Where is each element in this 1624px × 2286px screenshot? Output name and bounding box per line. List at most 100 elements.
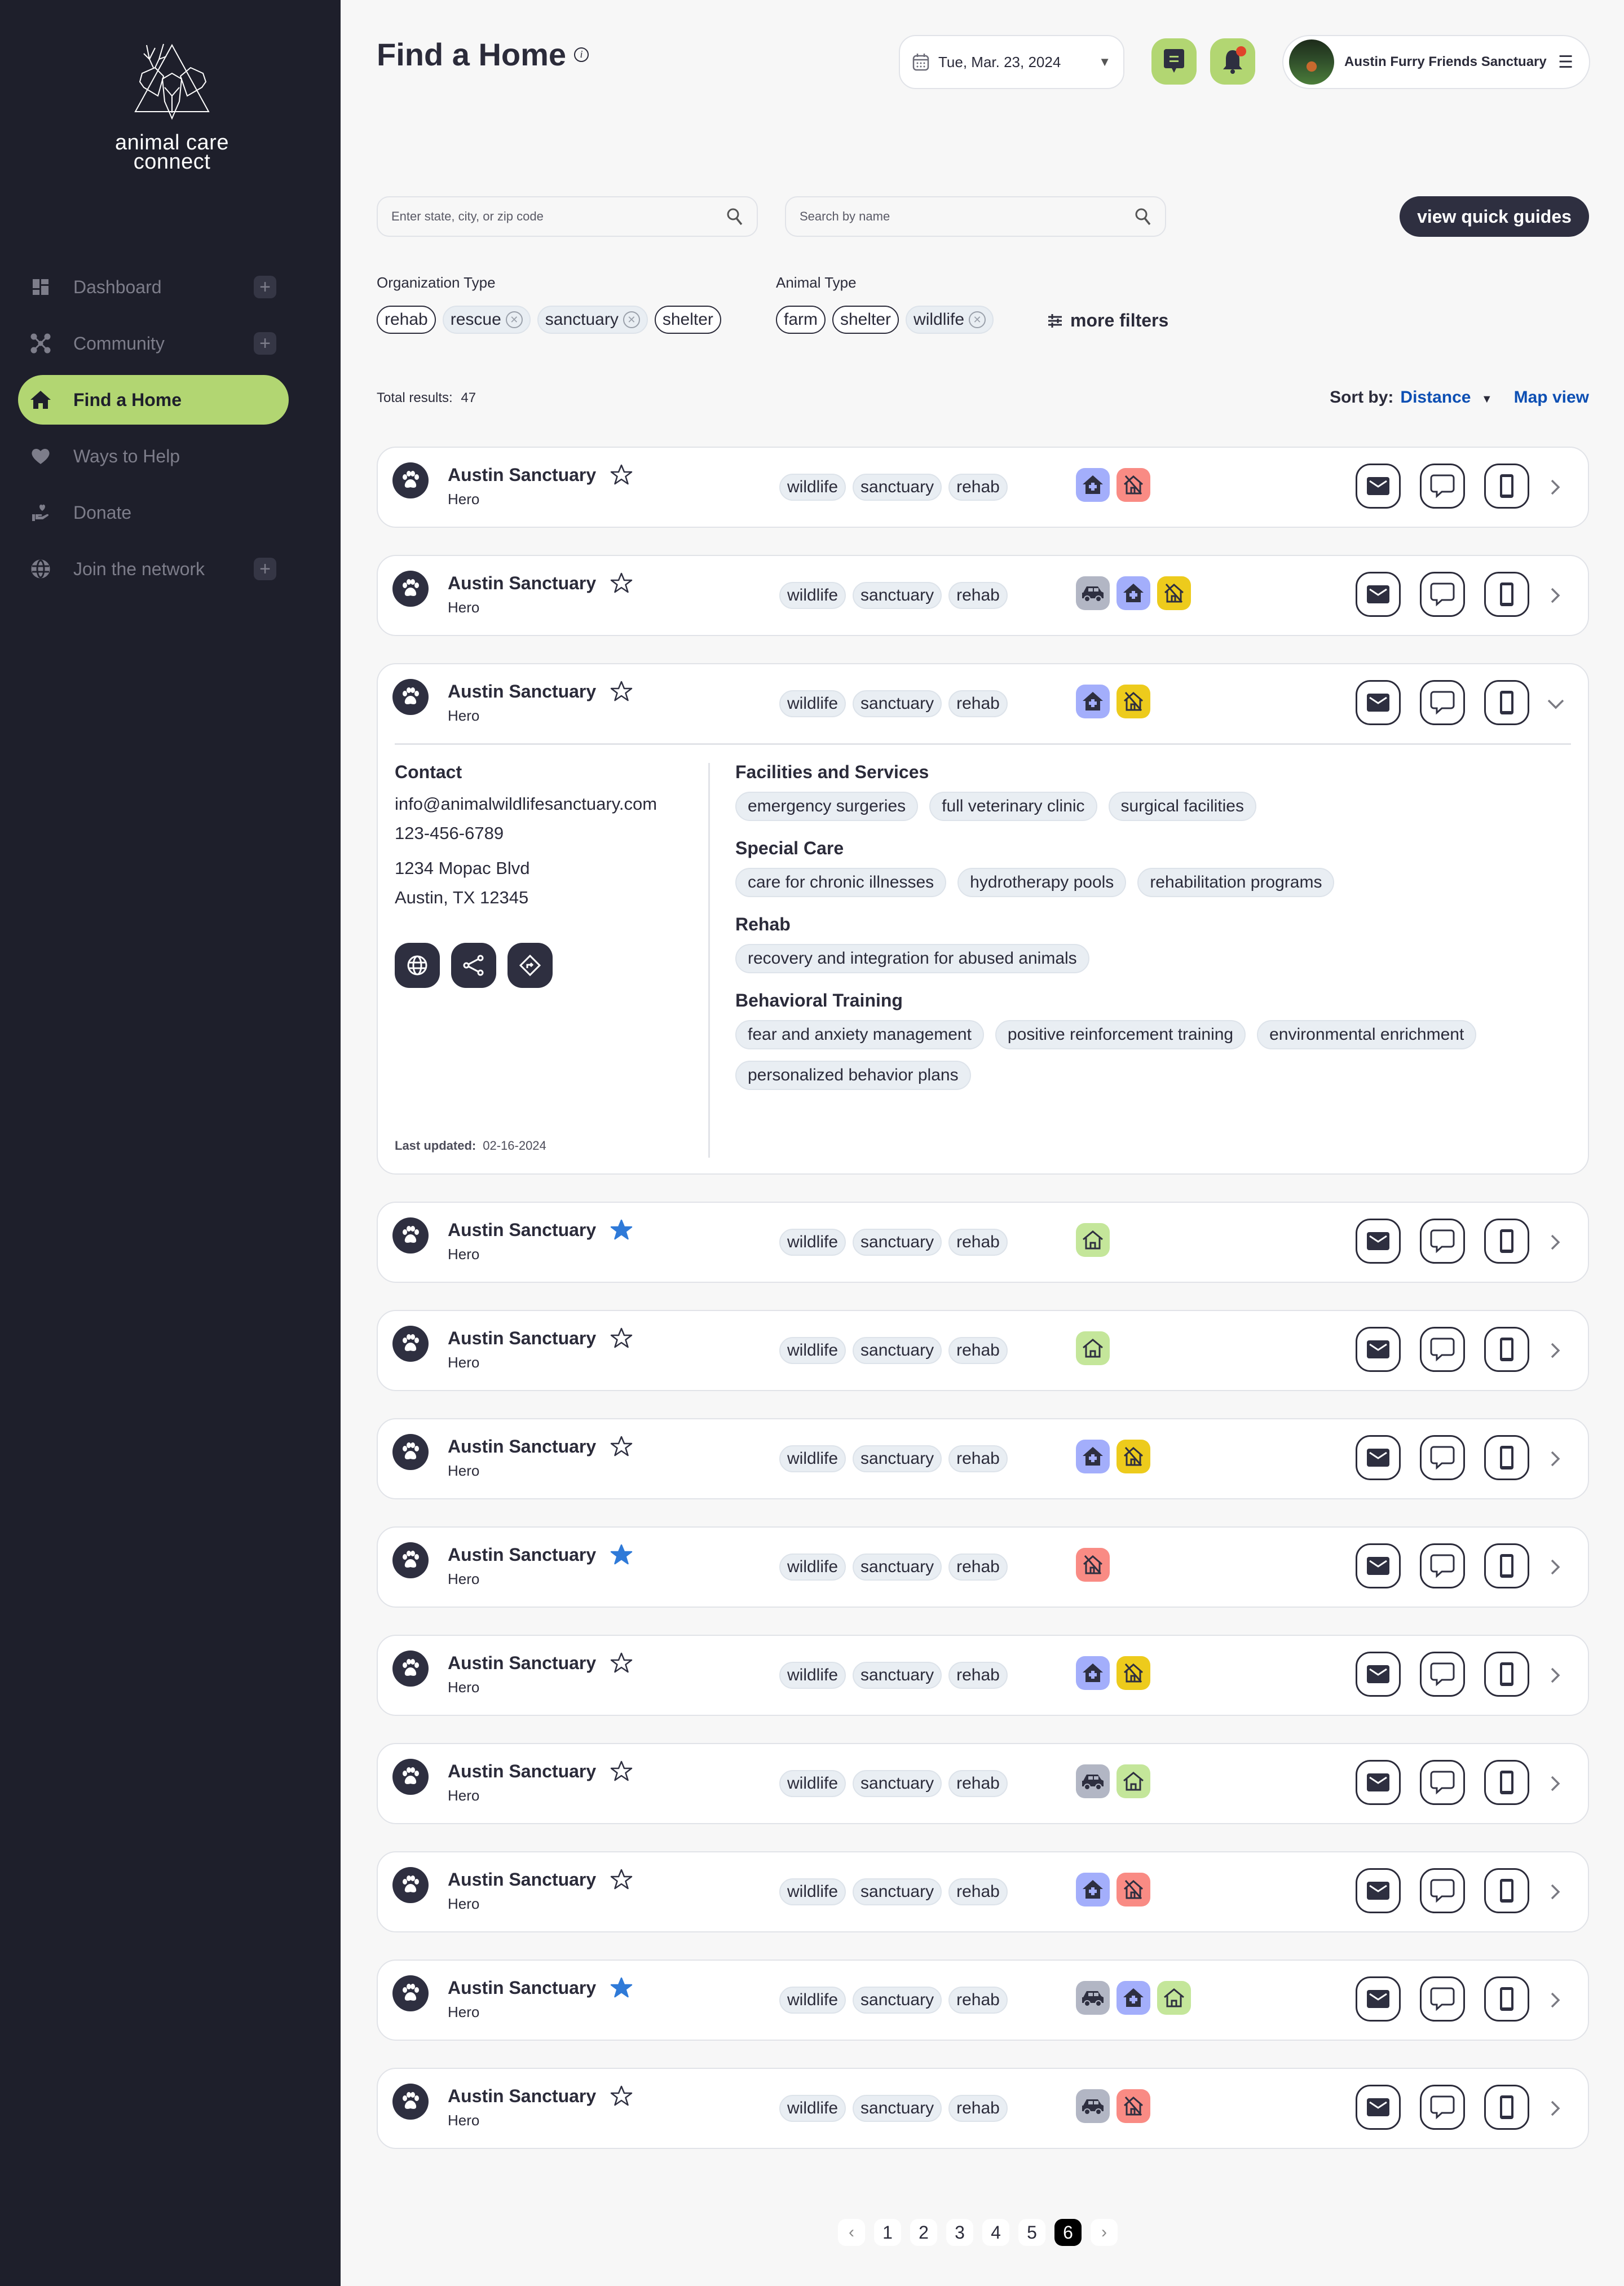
message-button[interactable]: [1420, 572, 1465, 617]
share-button[interactable]: [451, 943, 496, 988]
message-button[interactable]: [1420, 680, 1465, 725]
listing-header[interactable]: Austin Sanctuary Hero wildlife sanctuary r…: [378, 2069, 1588, 2148]
favorite-star-icon[interactable]: [610, 2085, 633, 2107]
phone-button[interactable]: [1484, 1760, 1529, 1805]
listing-card[interactable]: Austin Sanctuary Hero wildlife sanctuary r…: [377, 1960, 1589, 2041]
expand-plus-icon[interactable]: +: [254, 332, 276, 355]
location-search-input[interactable]: [391, 209, 726, 224]
search-icon[interactable]: [726, 208, 743, 226]
favorite-star-icon[interactable]: [610, 464, 633, 486]
filter-chip[interactable]: rescue ✕: [442, 306, 531, 334]
phone-button[interactable]: [1484, 1327, 1529, 1372]
brand-logo[interactable]: animal care connect: [113, 34, 231, 173]
listing-name[interactable]: Austin Sanctuary: [448, 1653, 596, 1674]
favorite-star-icon[interactable]: [610, 1652, 633, 1674]
listing-name[interactable]: Austin Sanctuary: [448, 1220, 596, 1241]
notifications-button[interactable]: [1210, 38, 1255, 85]
email-button[interactable]: [1356, 680, 1401, 725]
email-button[interactable]: [1356, 1760, 1401, 1805]
favorite-star-icon[interactable]: [610, 1435, 633, 1458]
contact-email[interactable]: info@animalwildlifesanctuary.com: [395, 789, 710, 819]
message-button[interactable]: [1420, 1327, 1465, 1372]
listing-header[interactable]: Austin Sanctuary Hero wildlife sanctuary r…: [378, 1311, 1588, 1390]
expand-plus-icon[interactable]: +: [254, 276, 276, 298]
chevron-right-icon[interactable]: [1546, 1664, 1563, 1687]
phone-button[interactable]: [1484, 1652, 1529, 1697]
page-button[interactable]: 4: [982, 2219, 1009, 2246]
favorite-star-icon[interactable]: [610, 572, 633, 594]
email-button[interactable]: [1356, 1435, 1401, 1480]
info-icon[interactable]: i: [574, 47, 589, 62]
listing-name[interactable]: Austin Sanctuary: [448, 1328, 596, 1349]
message-button[interactable]: [1420, 1868, 1465, 1913]
email-button[interactable]: [1356, 1868, 1401, 1913]
remove-chip-icon[interactable]: ✕: [623, 311, 640, 328]
sidebar-item-community[interactable]: Community +: [18, 319, 289, 368]
listing-card[interactable]: Austin Sanctuary Hero wildlife sanctuary r…: [377, 1310, 1589, 1391]
sidebar-item-join-the-network[interactable]: Join the network +: [18, 544, 289, 594]
listing-header[interactable]: Austin Sanctuary Hero wildlife sanctuary r…: [378, 1744, 1588, 1823]
next-page-button[interactable]: ›: [1091, 2219, 1118, 2246]
filter-chip[interactable]: farm: [776, 306, 826, 334]
message-button[interactable]: [1420, 1543, 1465, 1588]
listing-card[interactable]: Austin Sanctuary Hero wildlife sanctuary r…: [377, 1851, 1589, 1932]
sort-dropdown[interactable]: Distance ▼: [1400, 388, 1492, 407]
sidebar-item-dashboard[interactable]: Dashboard +: [18, 262, 289, 312]
chevron-right-icon[interactable]: [1546, 1447, 1563, 1470]
phone-button[interactable]: [1484, 1219, 1529, 1264]
chevron-down-icon[interactable]: [1546, 692, 1564, 715]
favorite-star-icon[interactable]: [610, 680, 633, 703]
page-button[interactable]: 1: [874, 2219, 901, 2246]
email-button[interactable]: [1356, 464, 1401, 509]
sidebar-item-ways-to-help[interactable]: Ways to Help: [18, 431, 289, 481]
message-button[interactable]: [1420, 1760, 1465, 1805]
listing-card[interactable]: Austin Sanctuary Hero wildlife sanctuary r…: [377, 1743, 1589, 1824]
listing-header[interactable]: Austin Sanctuary Hero wildlife sanctuary r…: [378, 1203, 1588, 1282]
message-button[interactable]: [1420, 1435, 1465, 1480]
sidebar-item-donate[interactable]: Donate: [18, 488, 289, 537]
listing-header[interactable]: Austin Sanctuary Hero wildlife sanctuary r…: [378, 556, 1588, 635]
phone-button[interactable]: [1484, 680, 1529, 725]
profile-menu[interactable]: Austin Furry Friends Sanctuary ☰: [1282, 35, 1590, 89]
phone-button[interactable]: [1484, 572, 1529, 617]
page-button[interactable]: 3: [946, 2219, 973, 2246]
prev-page-button[interactable]: ‹: [838, 2219, 865, 2246]
message-button[interactable]: [1420, 2085, 1465, 2130]
filter-chip[interactable]: wildlife ✕: [906, 306, 994, 334]
listing-name[interactable]: Austin Sanctuary: [448, 573, 596, 594]
email-button[interactable]: [1356, 1543, 1401, 1588]
message-button[interactable]: [1420, 1976, 1465, 2022]
email-button[interactable]: [1356, 2085, 1401, 2130]
message-button[interactable]: [1420, 1219, 1465, 1264]
date-selector[interactable]: Tue, Mar. 23, 2024 ▼: [899, 35, 1124, 89]
chevron-right-icon[interactable]: [1546, 584, 1563, 607]
chevron-right-icon[interactable]: [1546, 1881, 1563, 1903]
directions-button[interactable]: [508, 943, 553, 988]
page-button[interactable]: 2: [910, 2219, 937, 2246]
email-button[interactable]: [1356, 1219, 1401, 1264]
listing-header[interactable]: Austin Sanctuary Hero wildlife sanctuary r…: [378, 1528, 1588, 1607]
messages-button[interactable]: [1151, 38, 1197, 85]
chevron-right-icon[interactable]: [1546, 2097, 1563, 2120]
listing-name[interactable]: Austin Sanctuary: [448, 1869, 596, 1890]
listing-card[interactable]: Austin Sanctuary Hero wildlife sanctuary r…: [377, 2068, 1589, 2149]
listing-card[interactable]: Austin Sanctuary Hero wildlife sanctuary r…: [377, 1202, 1589, 1283]
listing-card[interactable]: Austin Sanctuary Hero wildlife sanctuary r…: [377, 1418, 1589, 1499]
phone-button[interactable]: [1484, 464, 1529, 509]
listing-header[interactable]: Austin Sanctuary Hero wildlife sanctuary r…: [378, 664, 1588, 743]
filter-chip[interactable]: rehab: [377, 306, 436, 334]
search-icon[interactable]: [1135, 208, 1151, 226]
location-search[interactable]: [377, 196, 758, 237]
more-filters-button[interactable]: more filters: [1047, 310, 1168, 331]
chevron-right-icon[interactable]: [1546, 1339, 1563, 1362]
chevron-right-icon[interactable]: [1546, 476, 1563, 498]
favorite-star-icon[interactable]: [610, 1868, 633, 1891]
listing-name[interactable]: Austin Sanctuary: [448, 681, 596, 702]
listing-card[interactable]: Austin Sanctuary Hero wildlife sanctuary r…: [377, 1526, 1589, 1608]
chevron-right-icon[interactable]: [1546, 1989, 1563, 2011]
phone-button[interactable]: [1484, 1868, 1529, 1913]
listing-card[interactable]: Austin Sanctuary Hero wildlife sanctuary r…: [377, 447, 1589, 528]
phone-button[interactable]: [1484, 1976, 1529, 2022]
phone-button[interactable]: [1484, 1435, 1529, 1480]
message-button[interactable]: [1420, 464, 1465, 509]
